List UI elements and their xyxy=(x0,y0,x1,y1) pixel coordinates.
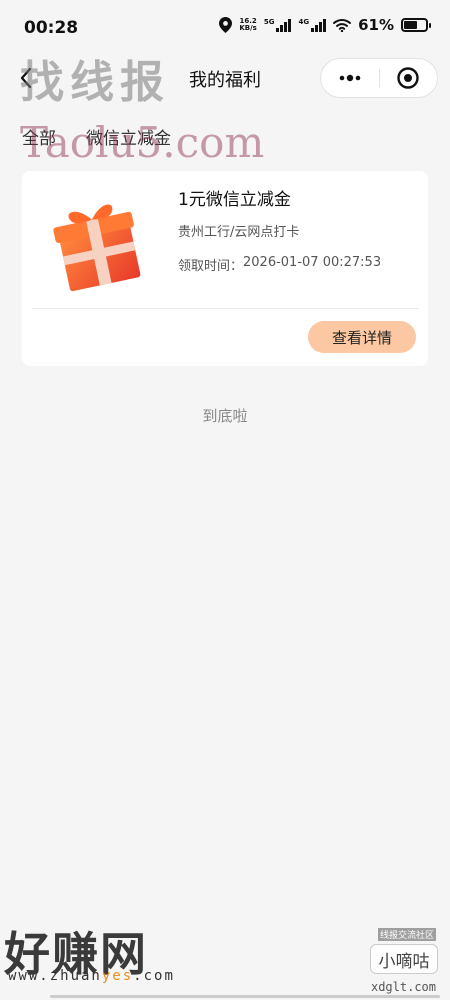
more-dots-icon xyxy=(339,74,361,82)
watermark-xd-name: 小嘀咕 xyxy=(370,944,438,974)
target-close-icon xyxy=(397,67,419,89)
watermark-url-suffix: .com xyxy=(133,968,175,984)
watermark-url-highlight: yes xyxy=(101,968,134,984)
mini-program-capsule xyxy=(320,58,438,98)
reward-title: 1元微信立减金 xyxy=(178,190,291,210)
battery-icon xyxy=(401,18,431,32)
end-of-list-text: 到底啦 xyxy=(202,407,248,425)
signal-5g-icon: 5G xyxy=(263,17,292,32)
close-button[interactable] xyxy=(380,59,438,97)
watermark-url-prefix: www.zhuan xyxy=(8,968,102,984)
home-indicator xyxy=(50,995,440,998)
watermark-xd-url: xdglt.com xyxy=(370,980,436,994)
gift-box-icon xyxy=(53,204,141,292)
status-icons: 16.2 KB/s 5G 4G 61% xyxy=(219,16,431,34)
wifi-icon xyxy=(333,19,352,32)
reward-time-value: 2026-01-07 00:27:53 xyxy=(243,255,382,270)
view-details-button[interactable]: 查看详情 xyxy=(308,321,416,353)
watermark-bottom-url: www.zhuanyes.com xyxy=(8,968,175,984)
status-bar: 00:28 16.2 KB/s 5G 4G 61% xyxy=(0,0,450,52)
battery-percent: 61% xyxy=(358,16,394,34)
location-icon xyxy=(219,17,233,33)
watermark-top: 找线报 xyxy=(20,57,170,108)
signal-4g-label: 4G xyxy=(298,17,310,26)
watermark-xd-caption: 线报交流社区 xyxy=(377,928,436,941)
battery-fill xyxy=(404,21,417,29)
more-button[interactable] xyxy=(321,59,379,97)
card-divider xyxy=(32,308,418,309)
reward-time-label: 领取时间： xyxy=(178,259,244,274)
net-speed: 16.2 KB/s xyxy=(239,18,256,32)
watermark-taolu: Taolu5.com xyxy=(20,118,265,167)
reward-source: 贵州工行/云网点打卡 xyxy=(178,225,300,240)
signal-4g-icon: 4G xyxy=(298,17,327,32)
status-time: 00:28 xyxy=(24,18,79,38)
reward-time: 领取时间： 2026-01-07 00:27:53 xyxy=(178,255,381,274)
net-speed-unit: KB/s xyxy=(239,24,257,32)
reward-card: 1元微信立减金 贵州工行/云网点打卡 领取时间： 2026-01-07 00:2… xyxy=(22,171,428,366)
signal-5g-label: 5G xyxy=(263,17,275,26)
